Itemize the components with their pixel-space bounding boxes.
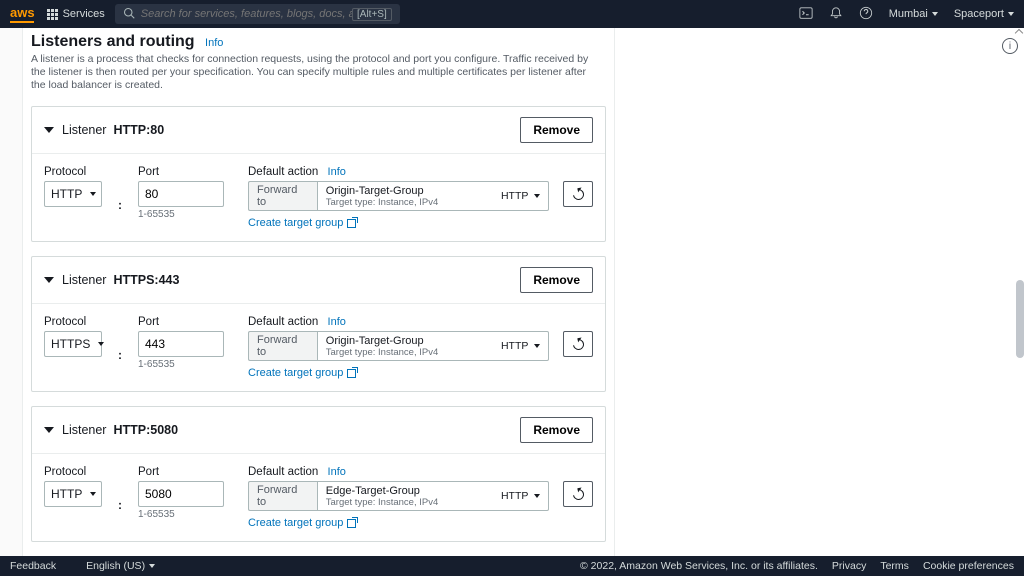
help-icon[interactable] bbox=[859, 6, 873, 23]
collapsed-side-panel[interactable] bbox=[0, 28, 23, 556]
search-icon bbox=[123, 7, 135, 22]
target-group-select[interactable]: Origin-Target-Group Target type: Instanc… bbox=[317, 181, 550, 211]
section-title: Listeners and routing Info bbox=[31, 28, 606, 51]
content-column: Listeners and routing Info A listener is… bbox=[23, 28, 614, 556]
forward-to-label: Forward to bbox=[248, 181, 317, 211]
protocol-select[interactable]: HTTP bbox=[44, 481, 102, 507]
external-link-icon bbox=[347, 219, 356, 228]
feedback-link[interactable]: Feedback bbox=[10, 560, 56, 572]
colon-separator: : bbox=[118, 183, 122, 212]
cloudshell-icon[interactable] bbox=[799, 6, 813, 23]
scrollbar-thumb[interactable] bbox=[1016, 280, 1024, 358]
caret-down-icon bbox=[534, 344, 540, 348]
remove-button[interactable]: Remove bbox=[520, 417, 593, 443]
refresh-icon bbox=[571, 487, 586, 502]
port-input[interactable] bbox=[138, 481, 224, 507]
listener-title: Listener HTTP:5080 bbox=[62, 423, 178, 437]
caret-down-icon bbox=[1008, 12, 1014, 16]
port-hint: 1-65535 bbox=[138, 359, 224, 370]
refresh-icon bbox=[571, 337, 586, 352]
port-label: Port bbox=[138, 166, 224, 178]
search-input[interactable] bbox=[141, 8, 352, 20]
port-input[interactable] bbox=[138, 181, 224, 207]
target-group-select[interactable]: Origin-Target-Group Target type: Instanc… bbox=[317, 331, 550, 361]
notifications-icon[interactable] bbox=[829, 6, 843, 23]
forward-to-label: Forward to bbox=[248, 331, 317, 361]
protocol-select[interactable]: HTTPS bbox=[44, 331, 102, 357]
privacy-link[interactable]: Privacy bbox=[832, 560, 866, 572]
section-info-link[interactable]: Info bbox=[205, 37, 223, 49]
refresh-button[interactable] bbox=[563, 181, 593, 207]
cookie-preferences-link[interactable]: Cookie preferences bbox=[923, 560, 1014, 572]
disclosure-triangle-icon[interactable] bbox=[44, 127, 54, 133]
disclosure-triangle-icon[interactable] bbox=[44, 277, 54, 283]
services-grid-icon bbox=[47, 9, 58, 20]
create-target-group-link[interactable]: Create target group bbox=[248, 517, 593, 529]
top-nav: aws Services [Alt+S] Mumbai Spaceport bbox=[0, 0, 1024, 28]
caret-down-icon bbox=[534, 494, 540, 498]
port-label: Port bbox=[138, 466, 224, 478]
default-action-label: Default action Info bbox=[248, 316, 593, 328]
caret-down-icon bbox=[149, 564, 155, 568]
region-selector[interactable]: Mumbai bbox=[889, 8, 938, 20]
caret-down-icon bbox=[90, 192, 96, 196]
create-target-group-link[interactable]: Create target group bbox=[248, 367, 593, 379]
global-search[interactable]: [Alt+S] bbox=[115, 4, 400, 24]
right-panel: i bbox=[614, 28, 1024, 556]
panel-info-icon[interactable]: i bbox=[1002, 38, 1018, 54]
caret-down-icon bbox=[534, 194, 540, 198]
protocol-label: Protocol bbox=[44, 166, 102, 178]
listener-title: Listener HTTP:80 bbox=[62, 123, 164, 137]
search-shortcut: [Alt+S] bbox=[352, 8, 392, 21]
port-hint: 1-65535 bbox=[138, 209, 224, 220]
protocol-select[interactable]: HTTP bbox=[44, 181, 102, 207]
default-action-info-link[interactable]: Info bbox=[328, 316, 346, 328]
disclosure-triangle-icon[interactable] bbox=[44, 427, 54, 433]
services-menu[interactable]: Services bbox=[47, 8, 105, 20]
services-label: Services bbox=[63, 8, 105, 20]
protocol-label: Protocol bbox=[44, 466, 102, 478]
colon-separator: : bbox=[118, 483, 122, 512]
refresh-button[interactable] bbox=[563, 481, 593, 507]
refresh-icon bbox=[571, 187, 586, 202]
region-label: Mumbai bbox=[889, 8, 928, 20]
account-selector[interactable]: Spaceport bbox=[954, 8, 1014, 20]
caret-down-icon bbox=[98, 342, 104, 346]
port-label: Port bbox=[138, 316, 224, 328]
default-action-label: Default action Info bbox=[248, 466, 593, 478]
aws-logo[interactable]: aws bbox=[10, 5, 35, 23]
external-link-icon bbox=[347, 519, 356, 528]
remove-button[interactable]: Remove bbox=[520, 117, 593, 143]
default-action-label: Default action Info bbox=[248, 166, 593, 178]
port-hint: 1-65535 bbox=[138, 509, 224, 520]
listener-card: Listener HTTPS:443 Remove Protocol HTTPS… bbox=[31, 256, 606, 392]
default-action-info-link[interactable]: Info bbox=[328, 466, 346, 478]
section-description: A listener is a process that checks for … bbox=[31, 53, 591, 92]
external-link-icon bbox=[347, 369, 356, 378]
forward-to-label: Forward to bbox=[248, 481, 317, 511]
remove-button[interactable]: Remove bbox=[520, 267, 593, 293]
caret-down-icon bbox=[932, 12, 938, 16]
create-target-group-link[interactable]: Create target group bbox=[248, 217, 593, 229]
account-label: Spaceport bbox=[954, 8, 1004, 20]
copyright-text: © 2022, Amazon Web Services, Inc. or its… bbox=[580, 560, 818, 572]
caret-down-icon bbox=[90, 492, 96, 496]
refresh-button[interactable] bbox=[563, 331, 593, 357]
listener-card: Listener HTTP:80 Remove Protocol HTTP : … bbox=[31, 106, 606, 242]
colon-separator: : bbox=[118, 333, 122, 362]
protocol-label: Protocol bbox=[44, 316, 102, 328]
default-action-info-link[interactable]: Info bbox=[328, 166, 346, 178]
target-group-select[interactable]: Edge-Target-Group Target type: Instance,… bbox=[317, 481, 550, 511]
listener-card: Listener HTTP:5080 Remove Protocol HTTP … bbox=[31, 406, 606, 542]
listener-title: Listener HTTPS:443 bbox=[62, 273, 179, 287]
language-selector[interactable]: English (US) bbox=[86, 560, 155, 572]
terms-link[interactable]: Terms bbox=[880, 560, 909, 572]
port-input[interactable] bbox=[138, 331, 224, 357]
footer: Feedback English (US) © 2022, Amazon Web… bbox=[0, 556, 1024, 576]
